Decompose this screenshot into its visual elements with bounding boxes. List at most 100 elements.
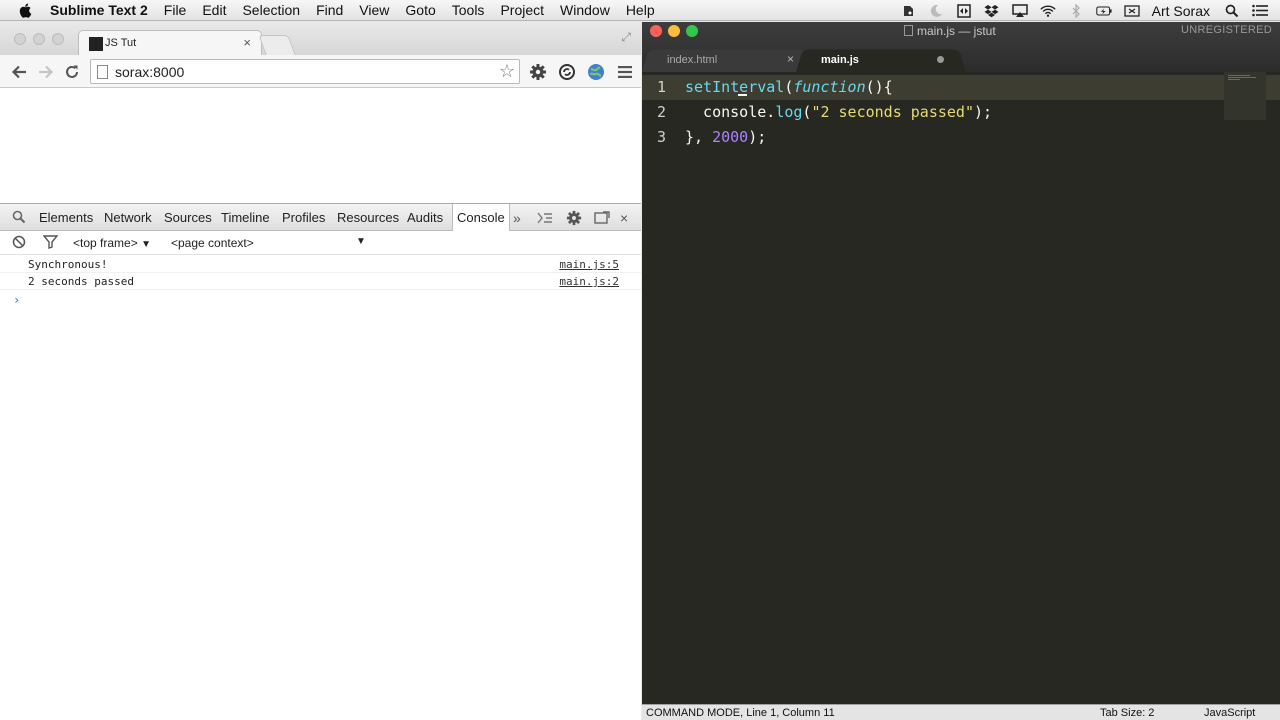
tab-main-js[interactable]: main.js <box>796 47 966 72</box>
menu-app-name[interactable]: Sublime Text 2 <box>46 2 156 18</box>
dropbox-icon[interactable] <box>984 4 1000 18</box>
wifi-icon[interactable] <box>1040 4 1056 18</box>
token-punct: ); <box>748 128 767 146</box>
chrome-close-button[interactable] <box>14 33 26 45</box>
fullscreen-icon[interactable]: ⤢ <box>621 30 631 45</box>
tab-timeline[interactable]: Timeline <box>217 204 274 231</box>
tab-resources[interactable]: Resources <box>333 204 403 231</box>
code-text: setInterval(function(){ <box>685 78 893 96</box>
tab-index-html[interactable]: index.html × <box>642 47 812 72</box>
line-number: 3 <box>656 128 666 146</box>
chrome-tab-title: JS Tut <box>105 37 137 49</box>
moon-icon[interactable] <box>928 4 944 18</box>
spotlight-search-icon[interactable] <box>1224 4 1240 18</box>
gear-icon[interactable] <box>527 61 549 83</box>
tab-size-selector[interactable]: Tab Size: 2 <box>1100 707 1154 719</box>
keyboard-icon[interactable] <box>1123 4 1140 18</box>
tab-close-icon[interactable]: × <box>787 52 794 66</box>
code-editor[interactable]: 1 setInterval(function(){ 2 console.log(… <box>642 72 1280 704</box>
window-title-text: main.js — jstut <box>917 24 996 38</box>
menu-selection[interactable]: Selection <box>234 2 308 18</box>
token-punct: }, <box>685 128 713 146</box>
code-text: console.log("2 seconds passed"); <box>685 103 992 121</box>
tab-sources[interactable]: Sources <box>160 204 216 231</box>
bookmark-star-icon[interactable]: ☆ <box>499 61 515 82</box>
search-icon[interactable] <box>12 210 26 227</box>
tab-elements[interactable]: Elements <box>35 204 97 231</box>
battery-icon[interactable] <box>1095 4 1112 18</box>
more-tabs-button[interactable]: » <box>513 208 521 228</box>
minimap[interactable] <box>1224 72 1266 120</box>
token-keyword: function <box>793 78 866 96</box>
new-tab-button[interactable] <box>258 35 296 55</box>
chrome-toolbar: ☆ <box>0 55 641 88</box>
globe-extension-icon[interactable] <box>585 61 607 83</box>
menu-project[interactable]: Project <box>492 2 552 18</box>
evernote-icon[interactable] <box>900 4 916 18</box>
console-prompt[interactable]: › <box>13 293 20 307</box>
menu-view[interactable]: View <box>351 2 397 18</box>
chrome-tab-js-tut[interactable]: JS Tut × <box>78 30 262 55</box>
context-selector[interactable]: <page context> <box>171 236 254 250</box>
user-name[interactable]: Art Sorax <box>1152 3 1210 19</box>
address-bar[interactable]: ☆ <box>90 59 520 84</box>
sublime-title-bar: main.js — jstut UNREGISTERED index.html … <box>642 22 1280 72</box>
forward-arrow-icon[interactable] <box>35 61 57 83</box>
bluetooth-icon[interactable] <box>1068 3 1084 18</box>
tab-network[interactable]: Network <box>100 204 156 231</box>
menu-tools[interactable]: Tools <box>444 2 493 18</box>
sublime-zoom-button[interactable] <box>686 25 698 37</box>
reload-icon[interactable] <box>61 61 83 83</box>
syntax-selector[interactable]: JavaScript <box>1204 707 1255 719</box>
tab-audits[interactable]: Audits <box>403 204 447 231</box>
minimap-line <box>1228 77 1256 78</box>
unsaved-dot-icon[interactable] <box>937 56 944 63</box>
minimap-line <box>1228 79 1240 80</box>
token-punct: (){ <box>865 78 893 96</box>
close-devtools-icon[interactable]: × <box>620 208 628 228</box>
frame-selector[interactable]: <top frame> ▼ <box>73 236 151 250</box>
minimap-line <box>1228 75 1250 76</box>
tab-profiles[interactable]: Profiles <box>278 204 329 231</box>
resize-icon[interactable] <box>956 3 972 18</box>
apple-icon[interactable] <box>18 2 34 18</box>
menu-edit[interactable]: Edit <box>194 2 234 18</box>
console-source-link[interactable]: main.js:2 <box>559 275 619 288</box>
back-arrow-icon[interactable] <box>8 61 30 83</box>
chrome-tab-close-icon[interactable]: × <box>243 35 251 50</box>
clear-console-icon[interactable] <box>12 235 26 252</box>
settings-gear-icon[interactable] <box>566 208 582 228</box>
chevron-down-icon[interactable]: ▼ <box>356 236 366 247</box>
chrome-zoom-button[interactable] <box>52 33 64 45</box>
menu-goto[interactable]: Goto <box>397 2 443 18</box>
menu-file[interactable]: File <box>156 2 195 18</box>
text-cursor <box>738 94 747 96</box>
sublime-minimize-button[interactable] <box>668 25 680 37</box>
sublime-close-button[interactable] <box>650 25 662 37</box>
hamburger-menu-icon[interactable] <box>614 61 636 83</box>
web-page-content <box>0 89 641 203</box>
menu-find[interactable]: Find <box>308 2 351 18</box>
devtools-tab-bar: Elements Network Sources Timeline Profil… <box>0 204 641 231</box>
console-message: 2 seconds passed <box>28 275 134 288</box>
airplay-icon[interactable] <box>1011 3 1028 18</box>
url-input[interactable] <box>115 62 485 81</box>
chevron-down-icon: ▼ <box>141 239 151 250</box>
filter-icon[interactable] <box>42 235 59 252</box>
drawer-icon[interactable] <box>537 208 553 228</box>
menu-window[interactable]: Window <box>552 2 618 18</box>
menu-help[interactable]: Help <box>618 2 663 18</box>
tab-label: main.js <box>821 54 859 66</box>
favicon-icon <box>89 37 103 51</box>
notification-center-icon[interactable] <box>1252 4 1268 18</box>
context-selector-label: <page context> <box>171 236 254 250</box>
dock-side-icon[interactable] <box>594 208 610 228</box>
frame-selector-label: <top frame> <box>73 236 138 250</box>
chrome-minimize-button[interactable] <box>33 33 45 45</box>
tab-label: index.html <box>667 54 718 66</box>
sync-extension-icon[interactable] <box>556 61 578 83</box>
tab-console[interactable]: Console <box>452 204 510 231</box>
status-mode: COMMAND MODE, Line 1, Column 11 <box>646 707 835 719</box>
console-source-link[interactable]: main.js:5 <box>559 258 619 271</box>
devtools-panel: Elements Network Sources Timeline Profil… <box>0 203 641 720</box>
